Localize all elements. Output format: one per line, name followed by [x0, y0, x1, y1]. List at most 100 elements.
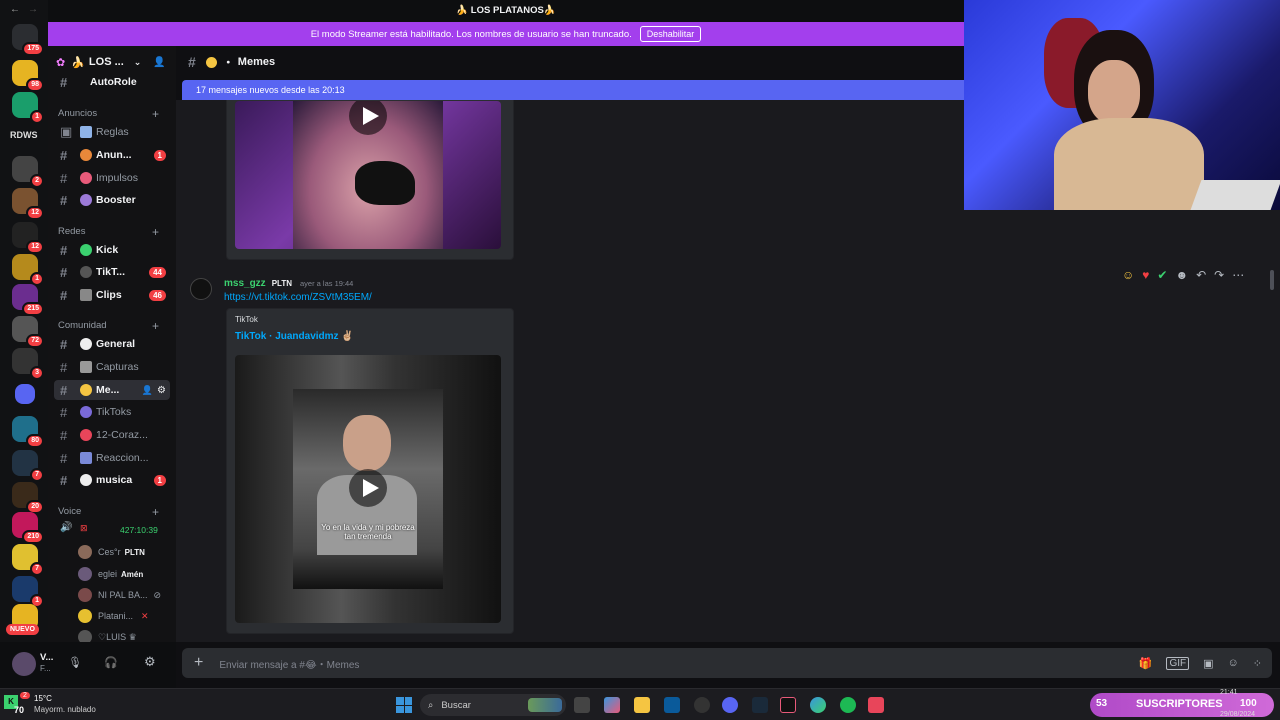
back-arrow-icon[interactable]: ← [10, 4, 20, 15]
clock-date[interactable]: 29/08/2024 [1220, 711, 1255, 718]
channel-capturas[interactable]: # Capturas [54, 357, 170, 377]
voice-user[interactable]: NI PAL BA... ⊘ [78, 585, 161, 605]
weather-desc[interactable]: Mayorm. nublado [34, 705, 96, 714]
category-voice[interactable]: Voice + [58, 505, 159, 519]
category-comunidad[interactable]: Comunidad + [58, 319, 159, 333]
add-attachment-icon[interactable]: + [194, 654, 203, 672]
channel-reglas[interactable]: ▣ Reglas [54, 122, 170, 142]
emoji-icon[interactable]: ☺ [1228, 657, 1239, 669]
server-icon[interactable]: 3 [12, 348, 44, 380]
channel-autorole[interactable]: # AutoRole [54, 72, 170, 92]
store-icon[interactable] [664, 697, 680, 713]
server-icon[interactable]: 98 [12, 60, 44, 92]
windows-start-icon[interactable] [396, 697, 412, 713]
taskbar-search[interactable]: ⌕ Buscar [420, 694, 566, 716]
channel-musica[interactable]: # musica 1 [54, 470, 170, 490]
category-redes[interactable]: Redes + [58, 225, 159, 239]
spotify-icon[interactable] [840, 697, 856, 713]
category-anuncios[interactable]: Anuncios + [58, 107, 159, 121]
widgets-icon[interactable] [604, 697, 620, 713]
task-view-icon[interactable] [574, 697, 590, 713]
invite-icon[interactable]: 👤 [142, 385, 153, 396]
server-icon[interactable]: 2 [12, 156, 44, 188]
avatar [78, 630, 92, 642]
message-input[interactable]: Enviar mensaje a #😂・Memes [219, 656, 1138, 671]
edge-icon[interactable] [810, 697, 826, 713]
steam-icon[interactable] [752, 697, 768, 713]
avatar[interactable] [190, 278, 212, 300]
voice-user[interactable]: ♡LUIS ♛ [78, 627, 137, 642]
embed-title[interactable]: TikTok · Juandavidmz ✌🏼 [235, 331, 354, 342]
server-icon[interactable]: 1 [12, 254, 44, 286]
folder-icon[interactable] [15, 384, 35, 404]
play-icon[interactable] [349, 469, 387, 507]
gift-icon[interactable]: 🎁 [1139, 657, 1153, 670]
add-channel-icon[interactable]: + [152, 319, 159, 333]
gif-icon[interactable]: GIF [1166, 656, 1190, 670]
gear-icon[interactable]: ⚙ [144, 654, 156, 670]
channel-kick[interactable]: # Kick [54, 240, 170, 260]
voice-user[interactable]: eglei Amén [78, 564, 143, 584]
add-channel-icon[interactable]: + [152, 505, 159, 519]
more-icon[interactable]: ⋯ [1232, 268, 1244, 282]
server-icon[interactable]: 1 [12, 92, 44, 124]
apps-icon[interactable]: ⁘ [1253, 657, 1262, 670]
server-icon[interactable]: 72 [12, 316, 44, 348]
scrollbar[interactable] [1270, 270, 1274, 290]
voice-user[interactable]: Platani... ✕ [78, 606, 149, 626]
channel-memes[interactable]: # Me... 👤 ⚙ [54, 380, 170, 400]
disable-streamer-button[interactable]: Deshabilitar [639, 26, 702, 42]
server-icon[interactable]: 12 [12, 188, 44, 220]
channel-reacciones[interactable]: # Reaccion... [54, 448, 170, 468]
discord-icon[interactable] [722, 697, 738, 713]
laughing-emoji-icon[interactable]: ☺ [1122, 268, 1134, 282]
new-messages-bar[interactable]: 17 mensajes nuevos desde las 20:13 [182, 80, 964, 100]
microphone-icon[interactable]: 🎙 [68, 656, 82, 669]
forward-icon[interactable]: ↷ [1214, 268, 1224, 282]
channel-booster[interactable]: # Booster [54, 190, 170, 210]
channel-anuncios[interactable]: # Anun... 1 [54, 145, 170, 165]
add-channel-icon[interactable]: + [152, 107, 159, 121]
speaker-icon[interactable]: 🔊 [60, 522, 72, 533]
voice-user[interactable]: Ces°r PLTN [78, 542, 145, 562]
tiktok-icon[interactable] [868, 697, 884, 713]
channel-impulsos[interactable]: # Impulsos [54, 168, 170, 188]
sticker-icon[interactable]: ▣ [1203, 657, 1213, 670]
channel-tiktoks[interactable]: # TikToks [54, 402, 170, 422]
video-thumbnail[interactable] [235, 101, 501, 249]
channel-clips[interactable]: # Clips 46 [54, 285, 170, 305]
server-icon[interactable]: 210 [12, 512, 44, 544]
message-author[interactable]: mss_gzz [224, 278, 266, 289]
server-icon[interactable]: 7 [12, 450, 44, 482]
clock-time[interactable]: 21:41 [1220, 689, 1238, 696]
heart-icon[interactable]: ♥ [1142, 268, 1149, 282]
gear-icon[interactable]: ⚙ [157, 385, 166, 396]
embed-provider: TikTok [235, 315, 258, 324]
forward-arrow-icon[interactable]: → [28, 4, 38, 15]
server-badge: 80 [26, 434, 44, 448]
add-reaction-icon[interactable]: ☻ [1175, 268, 1188, 282]
server-icon[interactable]: 1 [12, 576, 44, 608]
channel-tiktok[interactable]: # TikT... 44 [54, 262, 170, 282]
reply-icon[interactable]: ↶ [1196, 268, 1206, 282]
add-user-icon[interactable]: 👤 [153, 57, 165, 68]
add-channel-icon[interactable]: + [152, 225, 159, 239]
file-explorer-icon[interactable] [634, 697, 650, 713]
capcut-icon[interactable] [780, 697, 796, 713]
weather-temp[interactable]: 15°C [34, 694, 52, 703]
server-icon[interactable]: 80 [12, 416, 44, 448]
headphones-icon[interactable]: 🎧 [104, 656, 118, 669]
server-label[interactable]: RDWS [10, 130, 38, 140]
channel-general[interactable]: # General [54, 334, 170, 354]
server-icon[interactable]: 215 [12, 284, 44, 316]
server-icon[interactable]: 7 [12, 544, 44, 576]
check-icon[interactable]: ✔ [1157, 268, 1167, 282]
video-thumbnail[interactable]: Yo en la vida y mi pobreza tan tremenda [235, 355, 501, 623]
server-icon[interactable]: 20 [12, 482, 44, 514]
obs-icon[interactable] [694, 697, 710, 713]
message-link[interactable]: https://vt.tiktok.com/ZSVtM35EM/ [224, 292, 372, 303]
channel-corazon[interactable]: #12-Coraz... [54, 425, 170, 445]
avatar[interactable] [12, 652, 36, 676]
direct-messages-button[interactable]: 175 [12, 24, 44, 56]
server-icon[interactable]: 12 [12, 222, 44, 254]
